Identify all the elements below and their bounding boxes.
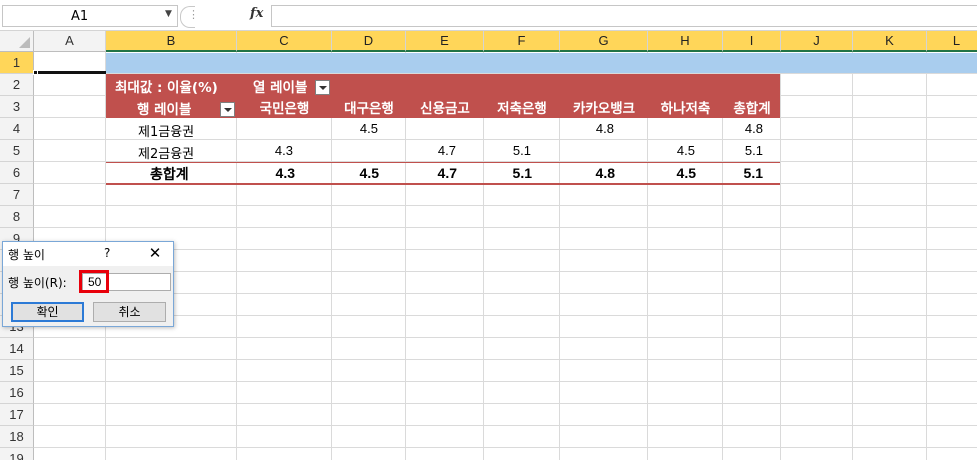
- formula-input[interactable]: [271, 5, 977, 27]
- dialog-titlebar[interactable]: 행 높이 ? ✕: [3, 242, 173, 266]
- pivot-total-cell[interactable]: 4.3: [237, 165, 295, 181]
- pivot-header-kakao[interactable]: 카카오뱅크: [560, 97, 648, 117]
- column-header-k[interactable]: K: [853, 31, 927, 52]
- row-header-19[interactable]: 19: [0, 448, 34, 460]
- pivot-total-label[interactable]: 총합계: [150, 164, 189, 184]
- gridline: [926, 52, 927, 460]
- fill-handle[interactable]: [33, 70, 38, 75]
- pivot-bottom-border: [106, 183, 780, 185]
- pivot-row-labels[interactable]: 행 레이블: [137, 98, 191, 118]
- row-height-dialog: 행 높이 ? ✕ 행 높이(R): 50 확인 취소: [2, 241, 174, 327]
- row-1-selection[interactable]: [106, 53, 977, 73]
- ok-button[interactable]: 확인: [11, 302, 84, 322]
- help-button[interactable]: ?: [104, 246, 110, 260]
- column-header-g[interactable]: G: [560, 31, 648, 52]
- gridline: [34, 381, 977, 382]
- column-header-b[interactable]: B: [106, 31, 237, 52]
- row-header-18[interactable]: 18: [0, 426, 34, 448]
- pivot-cell[interactable]: 4.7: [406, 143, 456, 158]
- select-all-icon: [19, 37, 30, 48]
- gridline: [34, 271, 977, 272]
- close-icon[interactable]: ✕: [145, 244, 165, 262]
- row-height-label: 행 높이(R):: [8, 276, 67, 290]
- pivot-header-hana[interactable]: 하나저축: [648, 97, 723, 117]
- row-header-16[interactable]: 16: [0, 382, 34, 404]
- column-header-f[interactable]: F: [484, 31, 560, 52]
- pivot-cell[interactable]: 4.8: [560, 121, 614, 136]
- column-labels-filter-icon[interactable]: [315, 80, 330, 95]
- row-header-3[interactable]: 3: [0, 96, 34, 118]
- input-highlight-box: [79, 270, 109, 293]
- name-box-value: A1: [71, 9, 89, 24]
- pivot-row-label[interactable]: 제1금융권: [138, 121, 194, 140]
- row-header-17[interactable]: 17: [0, 404, 34, 426]
- pivot-cell[interactable]: 4.5: [332, 121, 378, 136]
- dialog-title: 행 높이: [8, 248, 45, 262]
- row-header-5[interactable]: 5: [0, 140, 34, 162]
- pivot-header-savings[interactable]: 저축은행: [484, 97, 560, 117]
- pivot-value-field[interactable]: 최대값 : 이율(%): [115, 76, 218, 96]
- pivot-total-cell[interactable]: 5.1: [484, 165, 532, 181]
- pivot-total-cell[interactable]: 4.5: [332, 165, 379, 181]
- pivot-total-separator: [106, 162, 780, 163]
- column-header-l[interactable]: L: [927, 31, 977, 52]
- gridline: [34, 293, 977, 294]
- cancel-button[interactable]: 취소: [93, 302, 166, 322]
- pivot-header-total[interactable]: 총합계: [723, 97, 781, 117]
- column-header-i[interactable]: I: [723, 31, 781, 52]
- pivot-header-daegu[interactable]: 대구은행: [332, 97, 406, 117]
- row-header-7[interactable]: 7: [0, 184, 34, 206]
- formula-bar: A1 ▼ ⋮ fx: [0, 0, 977, 31]
- pivot-cell[interactable]: 4.8: [723, 121, 763, 136]
- gridline: [34, 205, 977, 206]
- gridline: [34, 359, 977, 360]
- pivot-total-cell[interactable]: 4.7: [406, 165, 457, 181]
- gridline: [34, 249, 977, 250]
- pivot-cell[interactable]: 5.1: [723, 143, 763, 158]
- row-header-8[interactable]: 8: [0, 206, 34, 228]
- active-cell-a1[interactable]: [34, 71, 106, 74]
- gridline: [34, 403, 977, 404]
- gridline: [34, 227, 977, 228]
- column-header-e[interactable]: E: [406, 31, 484, 52]
- name-box[interactable]: A1 ▼: [2, 5, 178, 27]
- chevron-down-icon[interactable]: ▼: [165, 9, 172, 19]
- gridline: [34, 337, 977, 338]
- column-header-c[interactable]: C: [237, 31, 332, 52]
- row-header-1[interactable]: 1: [0, 52, 34, 74]
- pivot-column-labels[interactable]: 열 레이블: [253, 76, 307, 96]
- pivot-total-cell[interactable]: 5.1: [723, 165, 763, 181]
- row-labels-filter-icon[interactable]: [220, 102, 235, 117]
- pivot-header-kb[interactable]: 국민은행: [237, 97, 332, 117]
- row-header-2[interactable]: 2: [0, 74, 34, 96]
- gridline: [34, 425, 977, 426]
- gridline: [34, 315, 977, 316]
- row-header-6[interactable]: 6: [0, 162, 34, 184]
- pivot-header-credit[interactable]: 신용금고: [406, 97, 484, 117]
- column-header-a[interactable]: A: [34, 31, 106, 52]
- column-header-j[interactable]: J: [781, 31, 853, 52]
- pivot-total-cell[interactable]: 4.8: [560, 165, 615, 181]
- more-icon: ⋮: [188, 8, 200, 21]
- pivot-total-cell[interactable]: 4.5: [648, 165, 696, 181]
- row-header-4[interactable]: 4: [0, 118, 34, 140]
- pivot-cell[interactable]: 4.3: [237, 143, 293, 158]
- gridline: [34, 447, 977, 448]
- column-header-h[interactable]: H: [648, 31, 723, 52]
- pivot-row-label[interactable]: 제2금융권: [138, 143, 194, 162]
- select-all-button[interactable]: [0, 31, 34, 52]
- pivot-cell[interactable]: 5.1: [484, 143, 531, 158]
- insert-function-icon[interactable]: fx: [250, 6, 263, 21]
- pivot-cell[interactable]: 4.5: [648, 143, 695, 158]
- row-header-14[interactable]: 14: [0, 338, 34, 360]
- column-header-d[interactable]: D: [332, 31, 406, 52]
- row-header-15[interactable]: 15: [0, 360, 34, 382]
- gridline: [852, 52, 853, 460]
